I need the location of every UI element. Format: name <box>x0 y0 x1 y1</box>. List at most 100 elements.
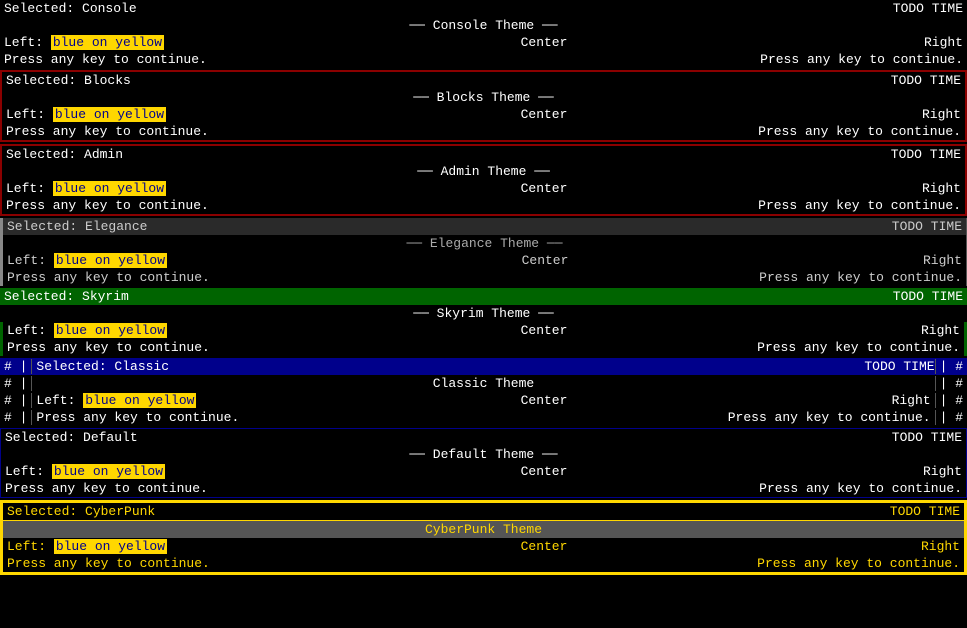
admin-theme-block: Selected: Admin TODO TIME ── Admin Theme… <box>0 144 967 216</box>
elegance-left: Left: blue on yellow <box>7 253 167 268</box>
admin-selected: Selected: Admin <box>6 147 123 162</box>
elegance-todo: TODO TIME <box>892 219 962 234</box>
blocks-status-bar: Selected: Blocks TODO TIME <box>2 72 965 89</box>
blocks-press-right: Press any key to continue. <box>758 124 961 139</box>
classic-selected: Selected: Classic <box>32 359 864 374</box>
console-title-bar: ── Console Theme ── <box>0 17 967 34</box>
admin-press-right: Press any key to continue. <box>758 198 961 213</box>
blocks-left: Left: blue on yellow <box>6 107 166 122</box>
console-status-bar: Selected: Console TODO TIME <box>0 0 967 17</box>
default-selected: Selected: Default <box>5 430 138 445</box>
console-highlight: blue on yellow <box>51 35 164 50</box>
blocks-right: Right <box>922 107 961 122</box>
blocks-highlight: blue on yellow <box>53 107 166 122</box>
skyrim-theme-block: Selected: Skyrim TODO TIME ── Skyrim The… <box>0 288 967 356</box>
console-theme-block: Selected: Console TODO TIME ── Console T… <box>0 0 967 68</box>
skyrim-press-right: Press any key to continue. <box>757 340 960 355</box>
skyrim-todo: TODO TIME <box>893 289 963 304</box>
console-content-row2: Press any key to continue. Press any key… <box>0 51 967 68</box>
skyrim-title-bar: ── Skyrim Theme ── <box>0 305 967 322</box>
console-press-right: Press any key to continue. <box>760 52 963 67</box>
classic-left: Left: blue on yellow <box>36 393 196 408</box>
default-press-right: Press any key to continue. <box>759 481 962 496</box>
elegance-press-right: Press any key to continue. <box>759 270 962 285</box>
default-status-bar: Selected: Default TODO TIME <box>1 429 966 446</box>
classic-c2-hash-left: # | <box>0 410 32 425</box>
cyberpunk-status-bar: Selected: CyberPunk TODO TIME <box>3 503 964 521</box>
classic-c2-main: Press any key to continue. Press any key… <box>32 410 934 425</box>
cyberpunk-todo: TODO TIME <box>890 504 960 519</box>
cyberpunk-left: Left: blue on yellow <box>7 539 167 554</box>
elegance-content-row1: Left: blue on yellow Center Right <box>3 252 966 269</box>
skyrim-press-left: Press any key to continue. <box>7 340 210 355</box>
admin-left: Left: blue on yellow <box>6 181 166 196</box>
elegance-press-left: Press any key to continue. <box>7 270 210 285</box>
classic-hash-right: | # <box>935 359 967 374</box>
cyberpunk-content-row1: Left: blue on yellow Center Right <box>3 538 964 555</box>
elegance-outer: Selected: Elegance TODO TIME ── Elegance… <box>0 218 967 286</box>
admin-title-bar: ── Admin Theme ── <box>2 163 965 180</box>
cyberpunk-center: Center <box>521 539 568 554</box>
classic-c2-hash-right: | # <box>935 410 967 425</box>
default-title-bar: ── Default Theme ── <box>1 446 966 463</box>
cyberpunk-content-row2: Press any key to continue. Press any key… <box>3 555 964 572</box>
console-press-left: Press any key to continue. <box>4 52 207 67</box>
blocks-title-bar: ── Blocks Theme ── <box>2 89 965 106</box>
default-outer-border: Selected: Default TODO TIME ── Default T… <box>0 428 967 498</box>
default-content-row1: Left: blue on yellow Center Right <box>1 463 966 480</box>
admin-right: Right <box>922 181 961 196</box>
elegance-theme-block: Selected: Elegance TODO TIME ── Elegance… <box>0 218 967 286</box>
blocks-content-row2: Press any key to continue. Press any key… <box>2 123 965 140</box>
classic-content-row2: # | Press any key to continue. Press any… <box>0 409 967 426</box>
admin-outer-border: Selected: Admin TODO TIME ── Admin Theme… <box>0 144 967 216</box>
console-center: Center <box>521 35 568 50</box>
cyberpunk-title-bar: CyberPunk Theme <box>3 521 964 538</box>
default-highlight: blue on yellow <box>52 464 165 479</box>
classic-title-hash-right: | # <box>935 376 967 391</box>
cyberpunk-highlight: blue on yellow <box>54 539 167 554</box>
skyrim-status-bar: Selected: Skyrim TODO TIME <box>0 288 967 305</box>
classic-c1-hash-right: | # <box>935 393 967 408</box>
admin-content-row1: Left: blue on yellow Center Right <box>2 180 965 197</box>
elegance-center: Center <box>522 253 569 268</box>
blocks-press-left: Press any key to continue. <box>6 124 209 139</box>
console-content-row1: Left: blue on yellow Center Right <box>0 34 967 51</box>
classic-hash-left: # | <box>0 359 32 374</box>
console-left: Left: blue on yellow <box>4 35 164 50</box>
admin-highlight: blue on yellow <box>53 181 166 196</box>
blocks-center: Center <box>521 107 568 122</box>
admin-center: Center <box>521 181 568 196</box>
console-todo: TODO TIME <box>893 1 963 16</box>
classic-status-bar: # | Selected: Classic TODO TIME | # <box>0 358 967 375</box>
skyrim-highlight: blue on yellow <box>54 323 167 338</box>
skyrim-center: Center <box>521 323 568 338</box>
cyberpunk-press-left: Press any key to continue. <box>7 556 210 571</box>
admin-todo: TODO TIME <box>891 147 961 162</box>
default-press-left: Press any key to continue. <box>5 481 208 496</box>
blocks-todo: TODO TIME <box>891 73 961 88</box>
classic-highlight: blue on yellow <box>83 393 196 408</box>
classic-c1-hash-left: # | <box>0 393 32 408</box>
elegance-selected: Selected: Elegance <box>7 219 147 234</box>
classic-title-row: # | Classic Theme | # <box>0 375 967 392</box>
classic-c1-main: Left: blue on yellow Center Right <box>32 393 934 408</box>
classic-theme-block: # | Selected: Classic TODO TIME | # # | … <box>0 358 967 426</box>
classic-content-row1: # | Left: blue on yellow Center Right | … <box>0 392 967 409</box>
skyrim-right: Right <box>921 323 960 338</box>
admin-content-row2: Press any key to continue. Press any key… <box>2 197 965 214</box>
cyberpunk-press-right: Press any key to continue. <box>757 556 960 571</box>
classic-right: Right <box>892 393 931 408</box>
default-todo: TODO TIME <box>892 430 962 445</box>
skyrim-selected: Selected: Skyrim <box>4 289 129 304</box>
elegance-title-bar: ── Elegance Theme ── <box>3 235 966 252</box>
blocks-theme-block: Selected: Blocks TODO TIME ── Blocks The… <box>0 70 967 142</box>
cyberpunk-right: Right <box>921 539 960 554</box>
classic-press-left: Press any key to continue. <box>36 410 239 425</box>
classic-center: Center <box>521 393 568 408</box>
admin-status-bar: Selected: Admin TODO TIME <box>2 146 965 163</box>
default-right: Right <box>923 464 962 479</box>
cyberpunk-theme-block: Selected: CyberPunk TODO TIME CyberPunk … <box>0 500 967 575</box>
blocks-outer-border: Selected: Blocks TODO TIME ── Blocks The… <box>0 70 967 142</box>
elegance-right: Right <box>923 253 962 268</box>
default-left: Left: blue on yellow <box>5 464 165 479</box>
